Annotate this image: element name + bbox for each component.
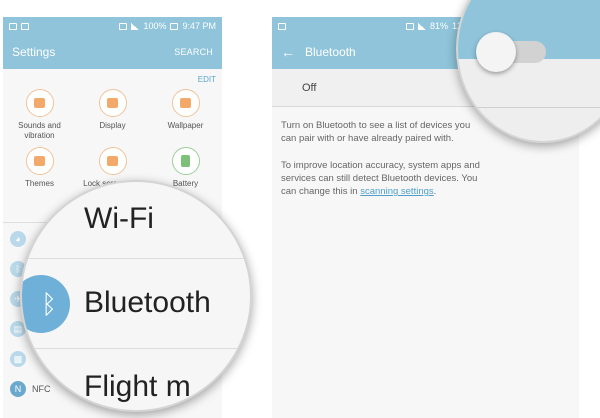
display-icon <box>98 89 127 117</box>
magnifier-bluetooth-row: Wi-Fi ᛒ Bluetooth Flight m <box>20 180 252 412</box>
magnified-wifi-label: Wi-Fi <box>84 202 154 235</box>
page-title: Settings <box>12 45 56 59</box>
battery-level: 100% <box>143 21 167 31</box>
wallpaper-icon <box>171 89 200 117</box>
bluetooth-description: Turn on Bluetooth to see a list of devic… <box>281 120 471 144</box>
gallery-notification-icon <box>9 22 17 30</box>
tile-label: Wallpaper <box>167 121 204 130</box>
battery-level: 81% <box>430 21 449 31</box>
status-bar: 100% 9:47 PM <box>3 17 222 35</box>
signal-icon <box>418 22 426 30</box>
tile-label: Themes <box>25 179 54 188</box>
list-item-wifi[interactable]: ◕ <box>10 231 26 247</box>
display-tile[interactable]: Display <box>76 89 149 141</box>
signal-icon <box>131 22 140 30</box>
sounds-and-vibration-tile[interactable]: Sounds and vibration <box>3 89 76 141</box>
nfc-status-icon <box>119 22 128 30</box>
page-title: Bluetooth <box>305 45 356 59</box>
speaker-icon <box>25 89 54 117</box>
bluetooth-switch-thumb[interactable] <box>476 32 516 72</box>
search-button[interactable]: SEARCH <box>174 47 213 57</box>
battery-icon <box>170 22 179 30</box>
scanning-settings-link[interactable]: scanning settings <box>360 186 433 197</box>
divider <box>458 107 600 108</box>
toggle-state-label: Off <box>302 81 317 94</box>
battery-icon <box>171 147 200 175</box>
divider <box>22 348 250 349</box>
settings-app-bar: Settings SEARCH <box>3 35 222 69</box>
back-arrow-icon[interactable]: ← <box>281 45 295 59</box>
wallpaper-tile[interactable]: Wallpaper <box>149 89 222 141</box>
lock-icon <box>98 147 127 175</box>
magnified-bluetooth-label[interactable]: Bluetooth <box>84 286 211 320</box>
clock: 9:47 PM <box>182 21 216 31</box>
divider <box>22 258 250 259</box>
data-usage-icon: ▩ <box>10 351 26 367</box>
nfc-status-icon <box>406 22 414 30</box>
themes-tile[interactable]: Themes <box>3 147 76 199</box>
location-accuracy-note: To improve location accuracy, system app… <box>281 159 486 198</box>
list-item-label: NFC <box>32 384 51 394</box>
list-item-nfc[interactable]: N NFC <box>10 381 51 397</box>
edit-button[interactable]: EDIT <box>198 75 216 84</box>
tile-label: Display <box>99 121 126 130</box>
tile-label: Sounds and vibration <box>18 121 61 140</box>
gallery-notification-icon <box>278 22 286 30</box>
missed-call-icon <box>21 22 29 30</box>
note-end: . <box>433 186 437 197</box>
bluetooth-icon: ᛒ <box>22 275 70 333</box>
magnified-flight-mode-label: Flight m <box>84 370 191 403</box>
wifi-icon: ◕ <box>10 231 26 247</box>
nfc-icon: N <box>10 381 26 397</box>
themes-icon <box>25 147 54 175</box>
list-item-data-usage[interactable]: ▩ <box>10 351 26 367</box>
